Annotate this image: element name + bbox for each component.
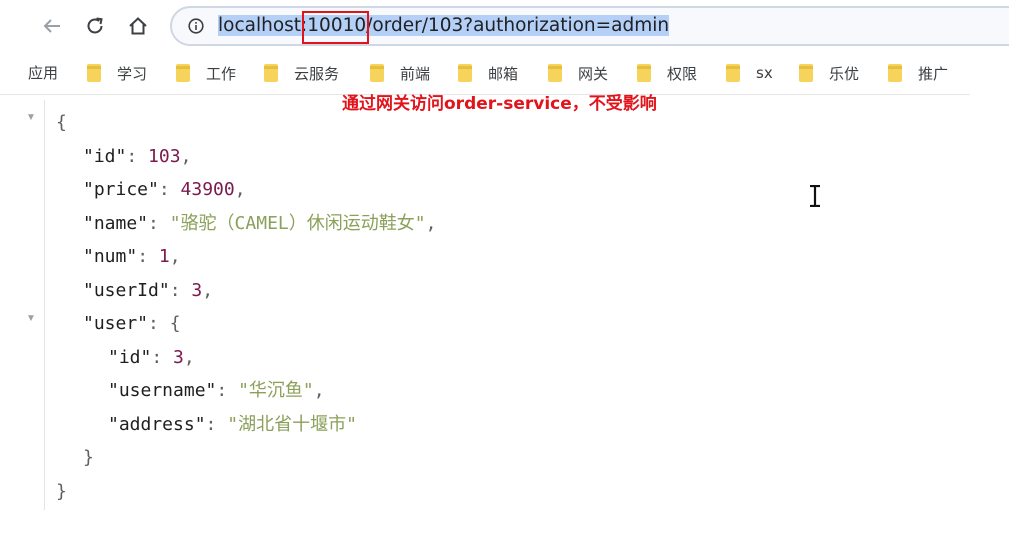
json-line: "id": 103,: [56, 140, 436, 174]
json-line: "address": "湖北省十堰市": [56, 408, 436, 442]
info-icon[interactable]: [188, 18, 204, 34]
colon: :: [148, 313, 170, 334]
bookmark-label: 云服务: [294, 64, 340, 83]
comma: ,: [202, 279, 214, 301]
json-gutter: [16, 100, 45, 510]
json-line: "username": "华沉鱼",: [56, 374, 436, 408]
colon: :: [216, 380, 239, 401]
json-key: "user": [83, 313, 149, 334]
colon: :: [137, 246, 159, 267]
json-line: }: [56, 441, 436, 475]
folder-icon: [176, 64, 190, 82]
text-cursor-icon: [810, 185, 820, 207]
json-number: 3: [191, 279, 203, 301]
json-number: 3: [173, 346, 184, 368]
json-line: {: [56, 106, 436, 140]
bookmark-folder-xuexi[interactable]: 学习: [87, 62, 147, 84]
brace-close: }: [83, 447, 94, 468]
home-icon: [129, 17, 147, 35]
json-key: "id": [108, 346, 152, 368]
url-path: /order/103?authorization=admin: [366, 15, 670, 36]
brace-close: }: [56, 480, 67, 502]
url-host: localhost: [218, 15, 302, 36]
comma: ,: [180, 145, 192, 167]
address-bar[interactable]: localhost:10010/order/103?authorization=…: [170, 6, 1009, 46]
json-key: "price": [83, 179, 159, 200]
folder-icon: [799, 64, 813, 82]
browser-toolbar: localhost:10010/order/103?authorization=…: [0, 0, 1009, 52]
bookmark-folder-leyou[interactable]: 乐优: [799, 62, 859, 84]
bookmark-folder-quanxian[interactable]: 权限: [637, 62, 697, 84]
arrow-left-icon: [43, 19, 60, 33]
folder-icon: [264, 64, 278, 82]
colon: :: [169, 279, 192, 301]
bookmark-label: 学习: [117, 64, 148, 83]
json-key: "num": [83, 246, 138, 267]
json-key: "userId": [83, 279, 170, 301]
bookmark-folder-tuiguang[interactable]: 推广: [888, 62, 948, 84]
comma: ,: [234, 179, 246, 200]
json-line: "name": "骆驼（CAMEL）休闲运动鞋女",: [56, 207, 436, 241]
folder-icon: [888, 64, 902, 82]
json-number: 1: [158, 246, 170, 267]
json-string: "湖北省十堰市": [227, 413, 357, 435]
json-key: "name": [83, 212, 149, 234]
json-key: "address": [108, 413, 206, 435]
bookmark-label: 工作: [206, 64, 237, 83]
reload-button[interactable]: [81, 12, 109, 40]
bookmark-folder-gongzuo[interactable]: 工作: [176, 62, 236, 84]
colon: :: [158, 179, 181, 200]
bookmark-label: 乐优: [829, 64, 860, 83]
brace-open: {: [56, 112, 67, 133]
home-button[interactable]: [124, 12, 152, 40]
comma: ,: [169, 246, 181, 267]
bookmark-folder-youxiang[interactable]: 邮箱: [458, 62, 518, 84]
json-key: "username": [108, 380, 217, 401]
fold-toggle-root[interactable]: ▼: [26, 112, 36, 123]
json-line: "id": 3,: [56, 341, 436, 375]
json-string: "骆驼（CAMEL）休闲运动鞋女": [169, 212, 426, 234]
json-string: "华沉鱼": [238, 380, 314, 401]
json-viewer: { "id": 103, "price": 43900, "name": "骆驼…: [56, 106, 436, 508]
colon: :: [126, 145, 149, 167]
json-number: 103: [148, 145, 181, 167]
colon: :: [151, 346, 174, 368]
colon: :: [148, 212, 170, 234]
comma: ,: [425, 212, 437, 234]
port-highlight-box: [302, 11, 369, 44]
bookmark-label: sx: [756, 64, 773, 82]
comma: ,: [313, 380, 325, 401]
bookmarks-bar: 应用 学习 工作 云服务 前端 邮箱 网关 权限 sx 乐优 推广: [0, 56, 970, 88]
bookmark-label: 推广: [918, 64, 949, 83]
bookmark-label: 前端: [400, 64, 431, 83]
folder-icon: [637, 64, 651, 82]
url-text[interactable]: localhost:10010/order/103?authorization=…: [218, 14, 670, 38]
comma: ,: [183, 346, 195, 368]
json-line: "userId": 3,: [56, 274, 436, 308]
back-button[interactable]: [38, 12, 66, 40]
brace-open: {: [169, 313, 181, 334]
reload-icon: [87, 17, 103, 34]
colon: :: [205, 413, 228, 435]
bookmark-label: 权限: [667, 64, 698, 83]
bookmark-label: 邮箱: [488, 64, 519, 83]
json-line: "user": {: [56, 307, 436, 341]
folder-icon: [87, 64, 101, 82]
fold-toggle-user[interactable]: ▼: [26, 313, 36, 324]
json-number: 43900: [180, 179, 235, 200]
folder-icon: [458, 64, 472, 82]
json-line: "price": 43900,: [56, 173, 436, 207]
bookmark-folder-sx[interactable]: sx: [726, 62, 773, 84]
folder-icon: [726, 64, 740, 82]
json-line: }: [56, 475, 436, 509]
bookmark-label: 网关: [578, 64, 609, 83]
json-key: "id": [83, 145, 127, 167]
bookmark-folder-yunfuwu[interactable]: 云服务: [264, 62, 339, 84]
bookmark-folder-wangguan[interactable]: 网关: [548, 62, 608, 84]
json-line: "num": 1,: [56, 240, 436, 274]
folder-icon: [548, 64, 562, 82]
folder-icon: [370, 64, 384, 82]
bookmark-folder-qianduan[interactable]: 前端: [370, 62, 430, 84]
bookmark-apps[interactable]: 应用: [28, 62, 58, 83]
